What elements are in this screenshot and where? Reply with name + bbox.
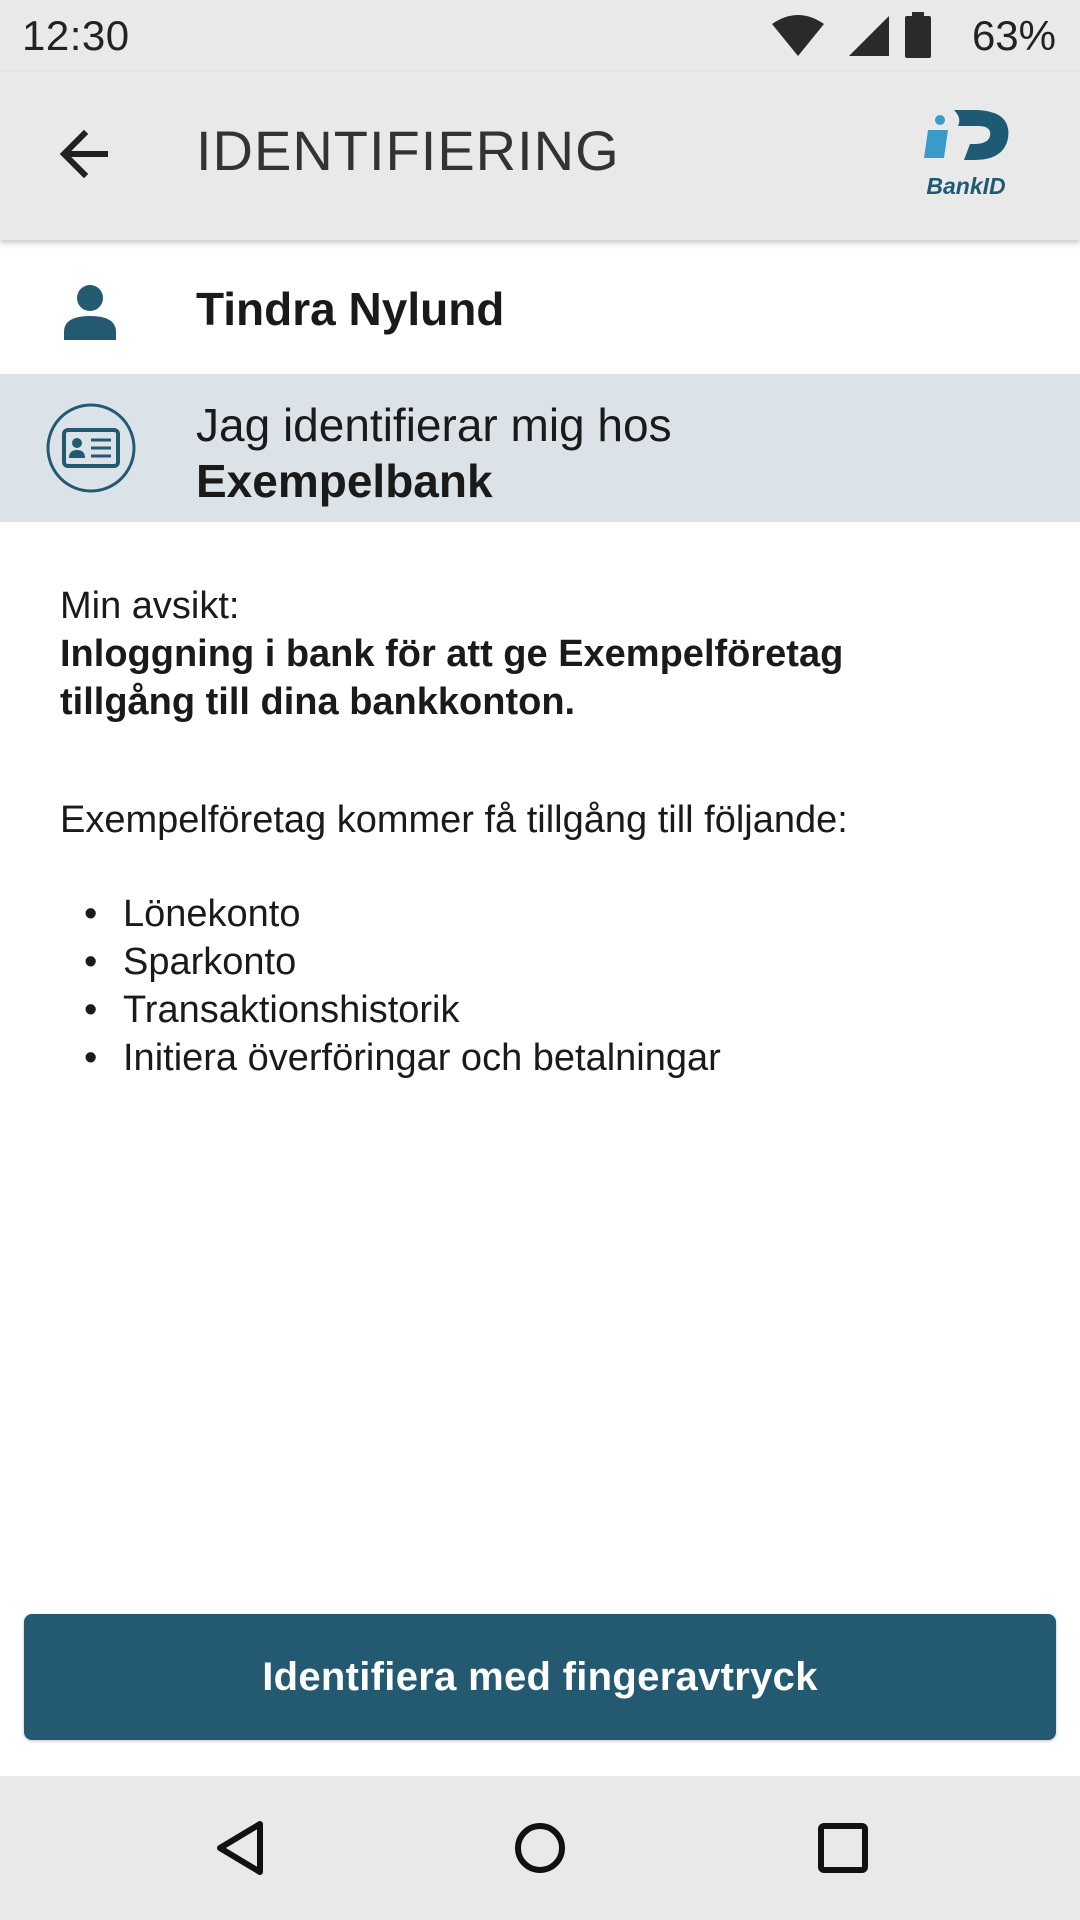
access-intro: Exempelföretag kommer få tillgång till f… — [60, 799, 848, 841]
signal-icon — [847, 14, 891, 63]
user-row: Tindra Nylund — [0, 240, 1080, 374]
navigation-bar — [0, 1776, 1080, 1920]
access-list-item-label: Lönekonto — [123, 893, 301, 935]
person-icon — [60, 284, 120, 345]
nav-home-icon[interactable] — [512, 1818, 568, 1883]
battery-percent: 63% — [971, 12, 1056, 59]
content: Min avsikt: Inloggning i bank för att ge… — [60, 582, 1020, 1082]
relying-party-name: Exempelbank — [196, 455, 493, 507]
arrow-back-icon — [58, 129, 110, 183]
page-title: IDENTIFIERING — [196, 119, 620, 182]
relying-party-intro: Jag identifierar mig hos — [196, 399, 672, 451]
app-bar: IDENTIFIERING BankID — [0, 72, 1080, 240]
screen: 12:30 63% IDENTIFIERING BankID Tindra Ny… — [0, 0, 1080, 1920]
nav-recents-icon[interactable] — [816, 1818, 870, 1883]
access-list-item: • Lönekonto — [60, 890, 1020, 938]
bankid-logo-text: BankID — [926, 173, 1005, 199]
access-list-item: • Transaktionshistorik — [60, 986, 1020, 1034]
id-card-icon — [45, 402, 137, 499]
user-name: Tindra Nylund — [196, 283, 505, 335]
identify-fingerprint-button[interactable]: Identifiera med fingeravtryck — [24, 1614, 1056, 1740]
bankid-logo: BankID — [918, 108, 1014, 204]
wifi-icon — [770, 14, 826, 63]
battery-icon — [903, 12, 933, 65]
intent-label: Min avsikt: — [60, 585, 240, 627]
bullet: • — [84, 941, 98, 983]
status-bar: 12:30 63% — [0, 0, 1080, 72]
bullet: • — [84, 893, 98, 935]
access-list-item: • Initiera överföringar och betalningar — [60, 1034, 1020, 1082]
bullet: • — [84, 1037, 98, 1079]
access-list-item-label: Sparkonto — [123, 941, 297, 983]
access-list-item: • Sparkonto — [60, 938, 1020, 986]
relying-party-row: Jag identifierar mig hos Exempelbank — [0, 374, 1080, 522]
access-list: • Lönekonto • Sparkonto • Transaktionshisto… — [60, 890, 1020, 1082]
access-list-item-label: Initiera överföringar och betalningar — [123, 1037, 721, 1079]
intent-text: Inloggning i bank för att ge Exempelföre… — [60, 633, 844, 723]
bullet: • — [84, 989, 98, 1031]
back-button[interactable] — [48, 120, 120, 192]
nav-back-icon[interactable] — [210, 1818, 270, 1883]
status-time: 12:30 — [22, 12, 130, 59]
access-list-item-label: Transaktionshistorik — [123, 989, 460, 1031]
